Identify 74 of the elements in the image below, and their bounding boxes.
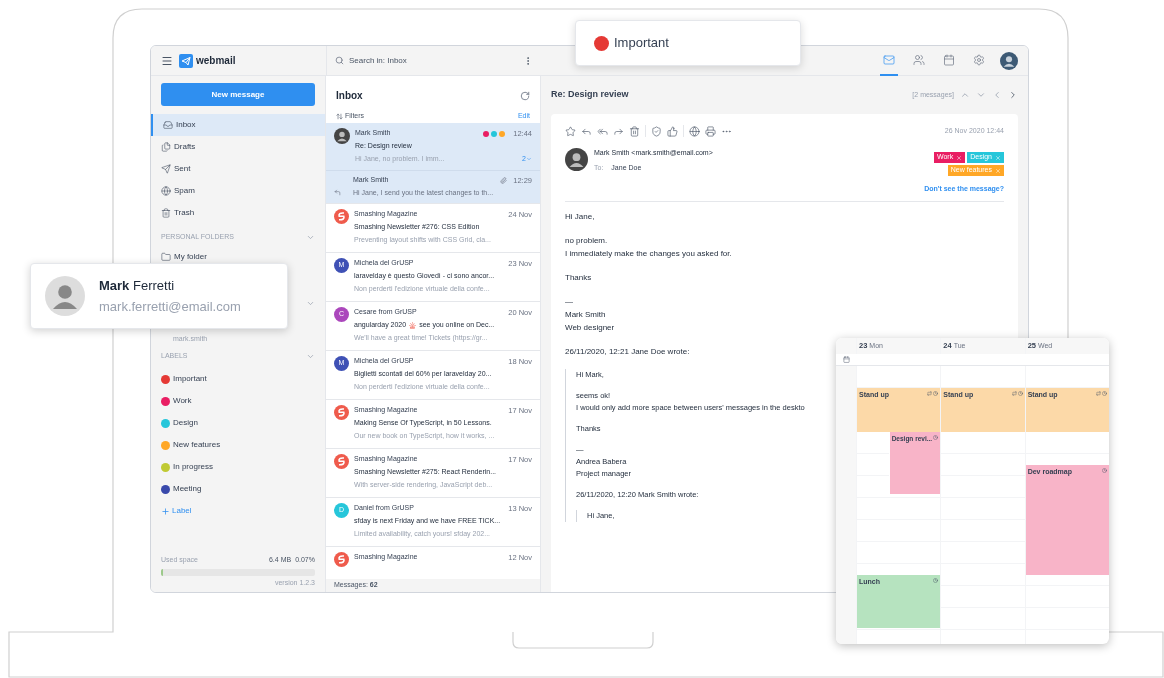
label-item[interactable]: Design — [173, 417, 198, 429]
chevron-down-icon[interactable] — [976, 90, 986, 100]
user-avatar — [1000, 51, 1018, 70]
calendar-icon — [842, 356, 850, 363]
logo-icon — [179, 53, 193, 68]
body-text: 26/11/2020, 12:21 Jane Doe wrote: — [565, 345, 690, 358]
list-title: Inbox — [336, 89, 363, 103]
trash-icon[interactable] — [629, 125, 640, 137]
message-title: Re: Design review — [551, 88, 629, 102]
chevron-icon[interactable] — [526, 156, 532, 162]
avatar-silhouette — [45, 276, 85, 316]
folder-item[interactable]: Trash — [151, 202, 325, 224]
search-input[interactable]: Search in: Inbox — [349, 54, 518, 67]
clock-icon — [933, 435, 939, 440]
mail-icon — [883, 53, 895, 66]
shield-icon[interactable] — [651, 125, 662, 137]
contacts-icon — [913, 53, 925, 66]
repeat-icon — [1011, 391, 1017, 396]
star-icon[interactable] — [565, 125, 576, 137]
label-item[interactable]: In progress — [173, 461, 214, 473]
globe-icon[interactable] — [689, 125, 700, 137]
refresh-icon[interactable] — [520, 90, 530, 101]
folder-item[interactable]: My folder — [161, 251, 207, 263]
clock-icon — [933, 578, 939, 583]
drafts-icon — [161, 142, 171, 152]
reply-icon — [334, 189, 341, 196]
body-text: — — [565, 295, 573, 308]
contact-name: Mark Ferretti — [99, 276, 176, 295]
inbox-icon — [163, 120, 173, 130]
sort-icon — [336, 112, 343, 120]
close-icon[interactable] — [956, 154, 963, 161]
label-item[interactable]: New features — [173, 439, 221, 451]
globe-icon — [161, 186, 171, 196]
trash-icon — [161, 208, 171, 218]
settings-icon — [973, 53, 985, 66]
body-text: no problem. — [565, 234, 608, 247]
send-icon — [161, 164, 171, 174]
search-field[interactable]: Search in: Inbox — [326, 46, 541, 75]
chevron-up-icon[interactable] — [960, 90, 970, 100]
plus-icon — [161, 506, 170, 516]
search-icon — [335, 56, 344, 65]
label-item[interactable]: Important — [173, 373, 207, 385]
folder-icon — [161, 252, 171, 262]
attachment-icon — [500, 177, 508, 185]
repeat-icon — [1096, 391, 1101, 396]
close-icon[interactable] — [995, 167, 1001, 174]
calendar-icon — [943, 53, 955, 66]
clock-icon — [933, 391, 939, 396]
folder-item[interactable]: Sent — [151, 158, 325, 180]
folder-item[interactable]: Spam — [151, 180, 325, 202]
clock-icon — [1102, 468, 1107, 473]
folder-item[interactable]: Drafts — [151, 136, 325, 158]
label-text: Important — [614, 34, 669, 53]
thumbs-up-icon[interactable] — [667, 125, 678, 137]
body-text: Web designer — [565, 321, 615, 334]
folder-item[interactable]: Inbox — [151, 114, 325, 136]
body-text: Thanks — [565, 271, 592, 284]
label-item[interactable]: Work — [173, 395, 192, 407]
repeat-icon — [927, 391, 933, 396]
body-text: Mark Smith — [565, 308, 606, 321]
contact-email: mark.ferretti@email.com — [99, 298, 241, 316]
body-text: I immediately make the changes you asked for. — [565, 247, 732, 260]
menu-icon[interactable] — [161, 54, 173, 67]
avatar-silhouette — [334, 128, 350, 144]
chevron-left-icon[interactable] — [992, 90, 1002, 100]
clock-icon — [1102, 391, 1107, 396]
avatar-silhouette — [565, 148, 588, 171]
body-text: Hi Jane, — [565, 210, 595, 223]
label-item[interactable]: Meeting — [173, 483, 202, 495]
chevron-right-icon[interactable] — [1008, 90, 1018, 100]
close-icon[interactable] — [995, 154, 1001, 161]
clock-icon — [1017, 391, 1023, 396]
logo-text: webmail — [196, 54, 236, 68]
print-icon[interactable] — [705, 125, 716, 137]
